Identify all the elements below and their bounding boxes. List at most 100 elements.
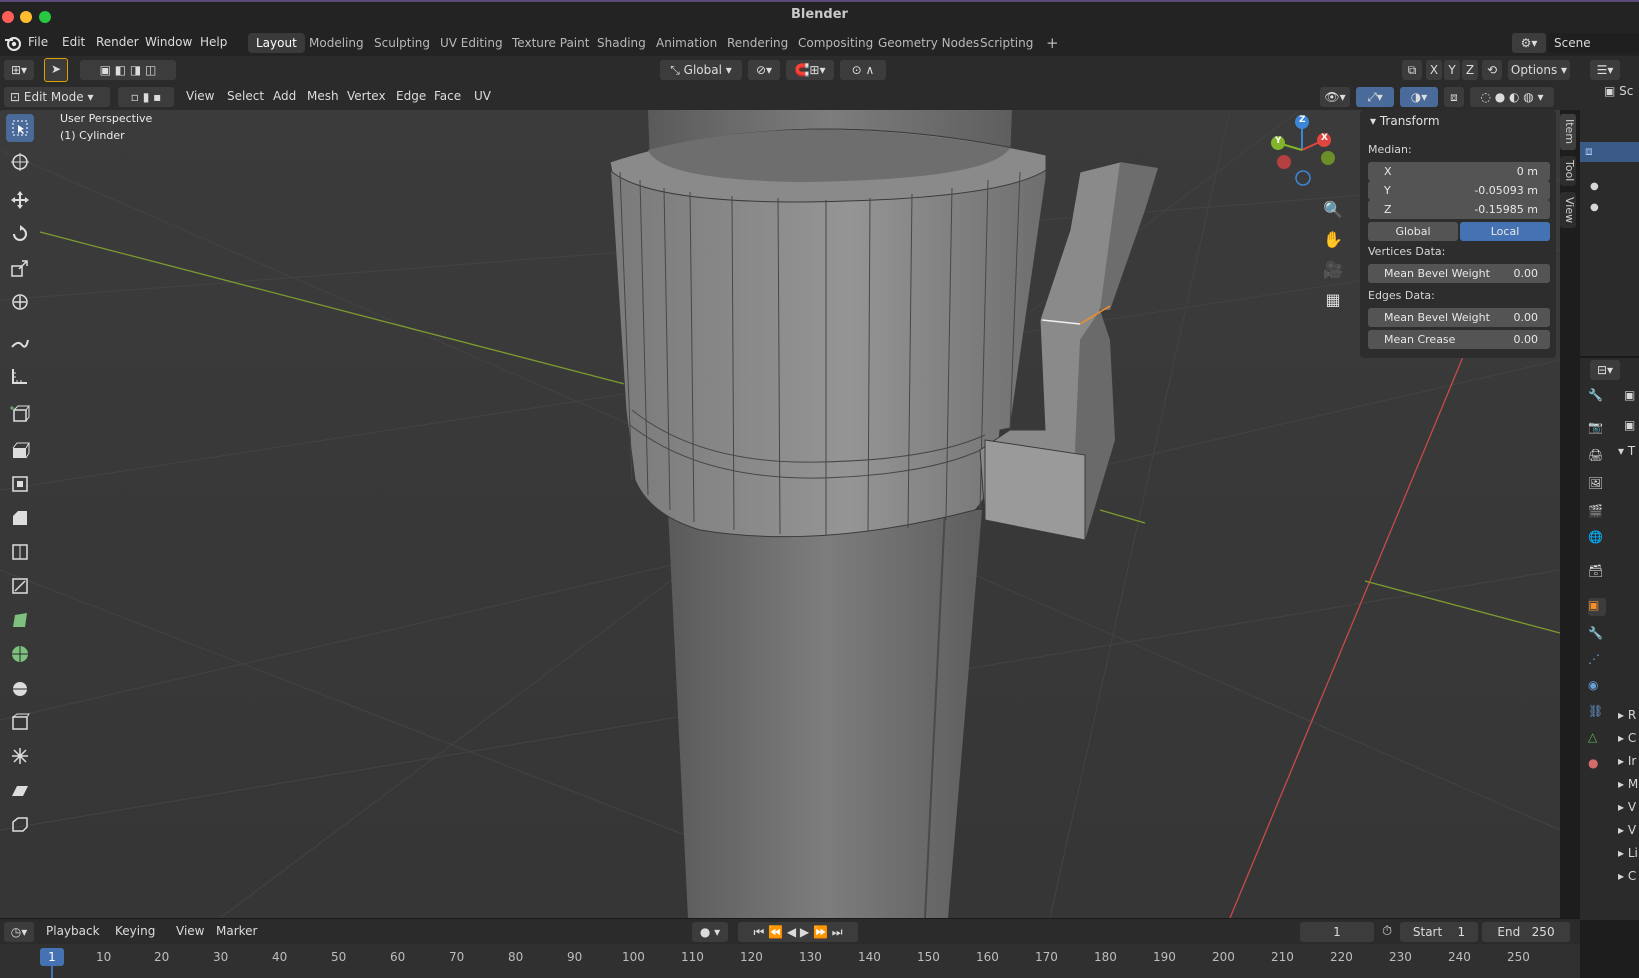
properties-section-v2[interactable]: ▸ V [1618, 823, 1636, 837]
transform-panel-header[interactable]: ▾ Transform [1370, 114, 1440, 128]
tab-tool[interactable]: Tool [1560, 156, 1576, 186]
cursor-tool-icon[interactable] [6, 148, 34, 176]
move-tool-icon[interactable] [6, 186, 34, 214]
mirror-y-toggle[interactable]: Y [1444, 60, 1460, 80]
3d-viewport[interactable]: User Perspective (1) Cylinder Z X Y 🔍 ✋ … [0, 110, 1560, 918]
scene-name-field[interactable]: Scene [1548, 33, 1639, 53]
mirror-x-toggle[interactable]: X [1426, 60, 1442, 80]
median-x-field[interactable]: X 0 m [1368, 162, 1550, 181]
menu-help[interactable]: Help [200, 35, 227, 49]
local-toggle[interactable]: Local [1460, 222, 1550, 241]
tab-rendering[interactable]: Rendering [719, 33, 796, 53]
menu-select[interactable]: Select [227, 89, 264, 103]
spin-tool-icon[interactable] [6, 640, 34, 668]
menu-file[interactable]: File [28, 35, 48, 49]
auto-merge-icon[interactable]: ⟲ [1482, 60, 1502, 80]
median-z-field[interactable]: Z -0.15985 m [1368, 200, 1550, 219]
blender-logo-icon[interactable] [4, 34, 22, 55]
properties-section-v1[interactable]: ▸ V [1618, 800, 1636, 814]
ortho-toggle-icon[interactable]: ▦ [1322, 290, 1344, 312]
properties-section-c[interactable]: ▸ C [1618, 731, 1636, 745]
xray-toggle-icon[interactable]: ⧈ [1444, 87, 1464, 107]
tab-texture-paint[interactable]: Texture Paint [504, 33, 597, 53]
tab-animation[interactable]: Animation [648, 33, 725, 53]
outliner-display-mode-icon[interactable]: ☰▾ [1590, 60, 1620, 80]
collection-properties-icon[interactable]: 🗃 [1588, 564, 1606, 582]
selection-mode-icons[interactable]: ▣ ◧ ◨ ◫ [80, 60, 176, 80]
rotate-tool-icon[interactable] [6, 220, 34, 248]
visibility-icon[interactable]: 👁▾ [1320, 87, 1350, 107]
shading-mode-icons[interactable]: ◌ ● ◐ ◍ ▾ [1470, 87, 1554, 107]
properties-section-r[interactable]: ▸ R [1618, 708, 1636, 722]
material-properties-icon[interactable]: ● [1588, 756, 1606, 774]
world-properties-icon[interactable]: 🌐 [1588, 530, 1606, 548]
extrude-tool-icon[interactable] [6, 436, 34, 464]
options-dropdown[interactable]: Options ▾ [1508, 60, 1570, 80]
tab-uv-editing[interactable]: UV Editing [432, 33, 511, 53]
properties-section-t[interactable]: ▾ T [1618, 444, 1635, 458]
menu-vertex[interactable]: Vertex [347, 89, 386, 103]
preview-range-icon[interactable]: ⏱ [1382, 924, 1392, 939]
menu-window[interactable]: Window [145, 35, 192, 49]
menu-uv[interactable]: UV [474, 89, 491, 103]
shear-tool-icon[interactable] [6, 776, 34, 804]
edge-slide-tool-icon[interactable] [6, 708, 34, 736]
timeline-keying-menu[interactable]: Keying [115, 924, 155, 938]
data-properties-icon[interactable]: △ [1588, 730, 1606, 748]
timeline-editor-type-icon[interactable]: ◷▾ [4, 922, 34, 942]
measure-tool-icon[interactable] [6, 362, 34, 390]
timeline-playback-menu[interactable]: Playback [46, 924, 100, 938]
properties-section-ir[interactable]: ▸ Ir [1618, 754, 1636, 768]
select-box-tool-icon[interactable]: ➤ [44, 58, 68, 82]
properties-section-li[interactable]: ▸ Li [1618, 846, 1638, 860]
record-button-icon[interactable]: ● ▾ [692, 922, 728, 942]
tab-shading[interactable]: Shading [589, 33, 654, 53]
timeline-view-menu[interactable]: View [176, 924, 204, 938]
current-frame-field[interactable]: 1 [1300, 922, 1374, 942]
camera-view-icon[interactable]: 🎥 [1322, 260, 1344, 282]
edge-bevel-weight-field[interactable]: Mean Bevel Weight 0.00 [1368, 308, 1550, 327]
pivot-point-icon[interactable]: ⊘▾ [748, 60, 780, 80]
tab-sculpting[interactable]: Sculpting [366, 33, 438, 53]
constraints-properties-icon[interactable]: ⛓ [1588, 704, 1606, 722]
mean-crease-field[interactable]: Mean Crease 0.00 [1368, 330, 1550, 349]
mirror-z-toggle[interactable]: Z [1462, 60, 1478, 80]
median-y-field[interactable]: Y -0.05093 m [1368, 181, 1550, 200]
vertex-bevel-weight-field[interactable]: Mean Bevel Weight 0.00 [1368, 264, 1550, 283]
physics-properties-icon[interactable]: ◉ [1588, 678, 1606, 696]
tab-geometry-nodes[interactable]: Geometry Nodes [870, 33, 987, 53]
tool-properties-icon[interactable]: 🔧 [1588, 388, 1606, 406]
playhead-frame[interactable]: 1 [40, 948, 64, 966]
properties-section-c2[interactable]: ▸ C [1618, 869, 1636, 883]
scene-properties-icon[interactable]: 🎬 [1588, 504, 1606, 522]
start-frame-field[interactable]: Start 1 [1400, 922, 1478, 942]
smooth-tool-icon[interactable] [6, 674, 34, 702]
snapping-icon[interactable]: 🧲⊞▾ [786, 60, 834, 80]
zoom-icon[interactable]: 🔍 [1322, 200, 1344, 222]
properties-editor-type-icon[interactable]: ⊟▾ [1590, 360, 1620, 380]
scale-tool-icon[interactable] [6, 254, 34, 282]
navigation-gizmo[interactable]: Z X Y [1262, 110, 1342, 190]
properties-section-m[interactable]: ▸ M [1618, 777, 1638, 791]
select-tool-icon[interactable] [6, 114, 34, 142]
mirror-icon[interactable]: ⧉ [1402, 60, 1422, 80]
object-properties-icon[interactable]: ▣ [1588, 598, 1606, 616]
menu-edge[interactable]: Edge [396, 89, 426, 103]
knife-tool-icon[interactable] [6, 572, 34, 600]
output-properties-icon[interactable]: 🖨 [1588, 448, 1606, 466]
add-cube-tool-icon[interactable] [6, 400, 34, 428]
outliner-panel[interactable]: ☰▾ ▣ Sc ⧈ ● ● [1580, 56, 1639, 356]
menu-mesh[interactable]: Mesh [307, 89, 339, 103]
menu-add[interactable]: Add [273, 89, 296, 103]
loop-cut-tool-icon[interactable] [6, 538, 34, 566]
bevel-tool-icon[interactable] [6, 504, 34, 532]
end-frame-field[interactable]: End 250 [1482, 922, 1570, 942]
orientation-dropdown[interactable]: ⤡ Global ▾ [660, 60, 742, 80]
menu-render[interactable]: Render [96, 35, 139, 49]
view-layer-icon[interactable]: 🖼 [1588, 476, 1606, 494]
rip-region-tool-icon[interactable] [6, 810, 34, 838]
transform-tool-icon[interactable] [6, 288, 34, 316]
menu-face[interactable]: Face [434, 89, 461, 103]
modifier-properties-icon[interactable]: 🔧 [1588, 626, 1606, 644]
tab-item[interactable]: Item [1560, 114, 1576, 150]
